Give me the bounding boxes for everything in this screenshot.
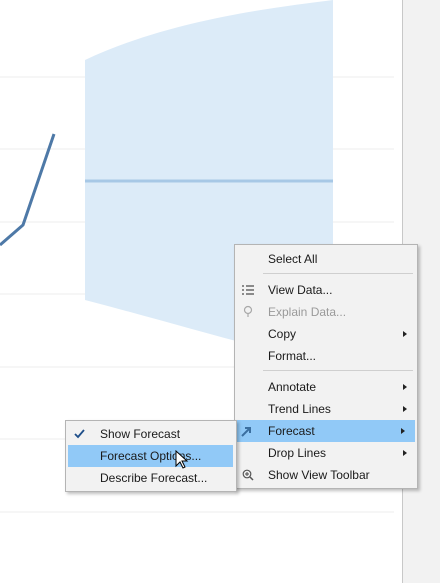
mouse-cursor-icon: [175, 450, 189, 469]
table-icon: [242, 285, 254, 295]
submenu-arrow-icon: [403, 384, 407, 390]
menu-item-label: Annotate: [268, 380, 317, 394]
menu-item-copy[interactable]: Copy: [235, 323, 417, 345]
menu-item-label: Show Forecast: [100, 427, 181, 441]
submenu-arrow-icon: [401, 428, 405, 434]
menu-item-format[interactable]: Format...: [235, 345, 417, 367]
menu-item-label: Drop Lines: [268, 446, 327, 460]
menu-item-label: Format...: [268, 349, 317, 363]
menu-item-label: Trend Lines: [268, 402, 331, 416]
menu-item-label: Explain Data...: [268, 305, 347, 319]
menu-item-explain-data: Explain Data...: [235, 301, 417, 323]
menu-item-view-data[interactable]: View Data...: [235, 279, 417, 301]
menu-item-label: Forecast: [268, 424, 315, 438]
menu-item-show-forecast[interactable]: Show Forecast: [66, 423, 236, 445]
submenu-arrow-icon: [403, 406, 407, 412]
menu-separator: [263, 273, 413, 274]
zoom-icon: [242, 469, 254, 481]
menu-item-annotate[interactable]: Annotate: [235, 376, 417, 398]
forecast-icon: [241, 427, 251, 437]
menu-item-label: Select All: [268, 252, 318, 266]
submenu-arrow-icon: [403, 450, 407, 456]
actual-line: [0, 133, 56, 247]
menu-item-label: View Data...: [268, 283, 333, 297]
menu-item-drop-lines[interactable]: Drop Lines: [235, 442, 417, 464]
menu-item-label: Copy: [268, 327, 297, 341]
forecast-submenu: Show Forecast Forecast Options... Descri…: [65, 420, 237, 492]
menu-item-describe-forecast[interactable]: Describe Forecast...: [66, 467, 236, 489]
context-menu: Select All View Data... Explain Data... …: [234, 244, 418, 489]
lightbulb-icon: [243, 305, 253, 317]
menu-item-forecast-options[interactable]: Forecast Options...: [68, 445, 233, 467]
menu-item-trend-lines[interactable]: Trend Lines: [235, 398, 417, 420]
menu-item-show-view-toolbar[interactable]: Show View Toolbar: [235, 464, 417, 486]
submenu-arrow-icon: [403, 331, 407, 337]
menu-item-forecast[interactable]: Forecast: [235, 420, 415, 442]
menu-item-select-all[interactable]: Select All: [235, 248, 417, 270]
checkmark-icon: [74, 429, 85, 439]
menu-separator: [263, 370, 413, 371]
menu-item-label: Show View Toolbar: [268, 468, 370, 482]
menu-item-label: Describe Forecast...: [100, 471, 208, 485]
